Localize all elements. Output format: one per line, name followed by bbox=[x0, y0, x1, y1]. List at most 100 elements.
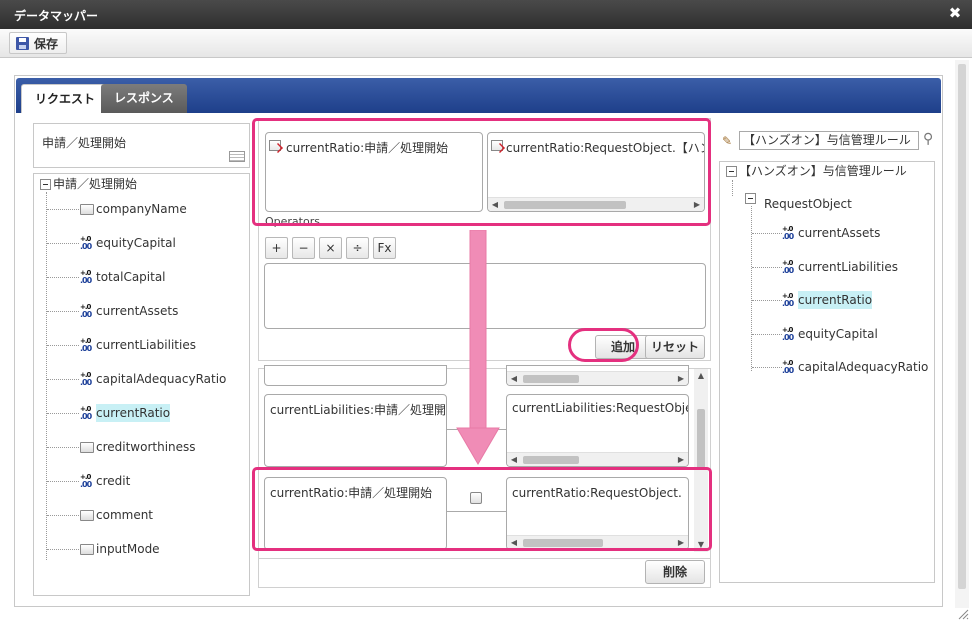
scroll-right-icon[interactable]: ▶ bbox=[675, 536, 687, 549]
mapping-hscroll[interactable]: ◀ ▶ bbox=[507, 371, 688, 385]
number-type-icon bbox=[80, 304, 94, 318]
number-type-icon bbox=[80, 338, 94, 352]
scroll-right-icon[interactable]: ▶ bbox=[675, 453, 687, 466]
tree-connector bbox=[46, 192, 47, 560]
mapping-target-field[interactable]: currentRatio:RequestObject.【ハ ◀ ▶ bbox=[506, 477, 689, 550]
title-bar: データマッパー ✖ bbox=[0, 0, 972, 29]
right-tree-item[interactable]: currentAssets bbox=[782, 224, 880, 242]
scroll-left-icon[interactable]: ◀ bbox=[508, 372, 520, 385]
right-tree-item[interactable]: currentRatio bbox=[782, 291, 873, 309]
add-button[interactable]: 追加 bbox=[595, 335, 651, 359]
right-tree-item[interactable]: capitalAdequacyRatio bbox=[782, 358, 928, 376]
close-icon[interactable]: ✖ bbox=[946, 4, 964, 22]
operator-button[interactable]: × bbox=[319, 237, 342, 259]
left-tree-item[interactable]: currentAssets bbox=[80, 302, 178, 320]
scroll-up-icon[interactable]: ▲ bbox=[694, 370, 708, 382]
mapping-source-field[interactable]: currentRatio:申請／処理開始 bbox=[264, 477, 447, 550]
right-tree-root[interactable]: 【ハンズオン】与信管理ルール bbox=[726, 162, 907, 180]
tree-connector bbox=[47, 481, 79, 482]
left-tree-item-label: credit bbox=[96, 474, 131, 488]
tree-connector bbox=[47, 447, 79, 448]
tab-response[interactable]: レスポンス bbox=[101, 84, 187, 113]
save-button[interactable]: 保存 bbox=[9, 32, 68, 54]
number-type-icon bbox=[782, 226, 796, 240]
collapse-icon[interactable] bbox=[726, 165, 737, 177]
right-tree-item[interactable]: currentLiabilities bbox=[782, 258, 898, 276]
left-tree-item[interactable]: capitalAdequacyRatio bbox=[80, 370, 226, 388]
edit-pencil-icon: ✎ bbox=[722, 134, 733, 148]
tree-connector bbox=[47, 379, 79, 380]
mapping-vscroll[interactable]: ▲ ▼ bbox=[694, 369, 708, 552]
tree-connector bbox=[47, 209, 79, 210]
scroll-down-icon[interactable]: ▼ bbox=[694, 539, 708, 551]
left-tree-item[interactable]: currentLiabilities bbox=[80, 336, 196, 354]
right-tree-item[interactable]: equityCapital bbox=[782, 325, 878, 343]
mapping-target-field[interactable]: currentLiabilities:RequestObject. ◀ ▶ bbox=[506, 394, 689, 467]
delete-button[interactable]: 削除 bbox=[645, 560, 705, 584]
operator-button[interactable]: Fx bbox=[373, 237, 396, 259]
scroll-thumb[interactable] bbox=[523, 539, 603, 547]
mapping-source-text: currentLiabilities:申請／処理開始 bbox=[270, 403, 447, 417]
tree-connector bbox=[752, 333, 782, 335]
source-field-box[interactable]: currentRatio:申請／処理開始 bbox=[265, 132, 483, 212]
target-field-box[interactable]: currentRatio:RequestObject.【ハンズオ ◀ ▶ bbox=[487, 132, 705, 212]
left-tree-item-label: totalCapital bbox=[96, 270, 166, 284]
right-tree-panel: 【ハンズオン】与信管理ルール RequestObject currentAsse… bbox=[719, 161, 935, 583]
save-button-label: 保存 bbox=[34, 36, 59, 51]
target-hscroll[interactable]: ◀ ▶ bbox=[488, 197, 704, 211]
left-tree-root[interactable]: 申請／処理開始 bbox=[40, 175, 137, 193]
left-tree-item[interactable]: totalCapital bbox=[80, 268, 166, 286]
left-tree-item-label: comment bbox=[96, 508, 154, 522]
source-field-text: currentRatio:申請／処理開始 bbox=[286, 141, 449, 155]
mapping-hscroll[interactable]: ◀ ▶ bbox=[507, 535, 688, 549]
left-tree-item[interactable]: currentRatio bbox=[80, 404, 171, 422]
scroll-left-icon[interactable]: ◀ bbox=[508, 536, 520, 549]
number-type-icon bbox=[782, 260, 796, 274]
scroll-thumb[interactable] bbox=[958, 64, 966, 589]
tree-connector bbox=[47, 345, 79, 346]
operator-button[interactable]: ÷ bbox=[346, 237, 369, 259]
scroll-thumb[interactable] bbox=[523, 375, 579, 383]
number-type-icon bbox=[80, 406, 94, 420]
window-title: データマッパー bbox=[14, 9, 99, 23]
left-tree-item[interactable]: comment bbox=[80, 506, 153, 524]
operator-button[interactable]: − bbox=[292, 237, 315, 259]
left-tree-item[interactable]: companyName bbox=[80, 200, 187, 218]
tree-connector bbox=[752, 233, 782, 234]
scroll-right-icon[interactable]: ▶ bbox=[675, 372, 687, 385]
mapping-hscroll[interactable]: ◀ ▶ bbox=[507, 452, 688, 466]
mapping-source-field[interactable]: currentLiabilities:申請／処理開始 bbox=[264, 394, 447, 467]
left-tree-item[interactable]: creditworthiness bbox=[80, 438, 196, 456]
collapse-icon[interactable] bbox=[40, 178, 51, 190]
scroll-thumb[interactable] bbox=[523, 456, 579, 464]
left-tree-item[interactable]: credit bbox=[80, 472, 130, 490]
tree-connector bbox=[752, 300, 782, 301]
scroll-left-icon[interactable]: ◀ bbox=[489, 198, 501, 211]
string-type-icon bbox=[80, 203, 94, 215]
resize-grip-icon[interactable] bbox=[958, 609, 969, 620]
reset-button[interactable]: リセット bbox=[645, 335, 705, 359]
list-icon[interactable] bbox=[229, 151, 245, 162]
left-tree-item[interactable]: equityCapital bbox=[80, 234, 176, 252]
mapping-target-partial[interactable]: ◀ ▶ bbox=[506, 365, 689, 386]
left-tree-item-label: companyName bbox=[96, 202, 187, 216]
collapse-icon[interactable] bbox=[745, 192, 756, 204]
scroll-left-icon[interactable]: ◀ bbox=[508, 453, 520, 466]
tab-request[interactable]: リクエスト bbox=[21, 84, 110, 113]
window-vscroll[interactable] bbox=[955, 60, 969, 608]
scroll-right-icon[interactable]: ▶ bbox=[691, 198, 703, 211]
mapping-source-partial[interactable] bbox=[264, 365, 447, 386]
operator-button[interactable]: + bbox=[265, 237, 288, 259]
divider bbox=[259, 558, 710, 559]
tree-connector bbox=[47, 311, 79, 312]
right-tree-item-label: equityCapital bbox=[798, 326, 878, 341]
mapping-checkbox[interactable] bbox=[470, 492, 482, 504]
left-tree-item-label: creditworthiness bbox=[96, 440, 196, 454]
mapping-target-text: currentRatio:RequestObject.【ハ bbox=[512, 486, 689, 500]
rule-search-input[interactable]: 【ハンズオン】与信管理ルール bbox=[739, 131, 919, 150]
scroll-thumb[interactable] bbox=[697, 409, 705, 469]
right-tree-object[interactable] bbox=[745, 189, 756, 207]
search-icon[interactable]: ⚲ bbox=[923, 131, 933, 147]
left-tree-item[interactable]: inputMode bbox=[80, 540, 160, 558]
scroll-thumb[interactable] bbox=[504, 201, 626, 209]
